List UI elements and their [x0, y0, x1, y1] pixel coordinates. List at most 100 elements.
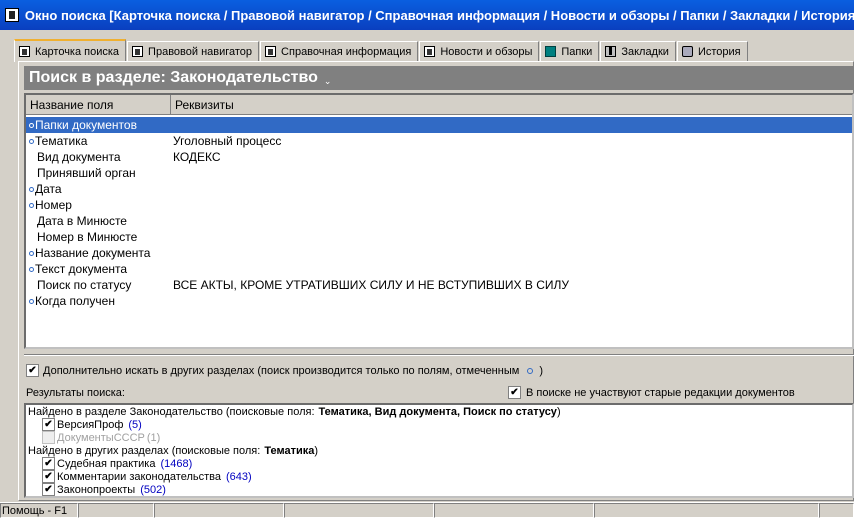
field-name-label: Когда получен	[35, 294, 115, 308]
old-revisions-label: В поиске не участвуют старые редакции до…	[526, 386, 795, 399]
result-label: ДокументыСССР	[57, 431, 145, 444]
status-cell	[78, 503, 154, 518]
extra-search-checkbox[interactable]: ✔	[26, 364, 39, 377]
status-cell	[154, 503, 284, 518]
grid-row[interactable]: Название документа	[26, 245, 852, 261]
result-checkbox[interactable]: ✔	[42, 457, 55, 470]
results-label: Результаты поиска:	[26, 387, 125, 399]
result-label[interactable]: Судебная практика	[57, 458, 155, 470]
field-value-cell[interactable]: КОДЕКС	[171, 150, 221, 164]
tab-legal-navigator[interactable]: Правовой навигатор	[127, 41, 260, 61]
news-doc-icon	[424, 46, 436, 57]
field-name-label: Тематика	[35, 134, 88, 148]
grid-row[interactable]: Поиск по статусу ВСЕ АКТЫ, КРОМЕ УТРАТИВШ…	[26, 277, 852, 293]
marked-field-dot-icon	[29, 298, 34, 304]
field-name-label: Номер в Минюсте	[37, 230, 138, 244]
marked-field-dot-icon	[29, 138, 34, 144]
field-name-cell[interactable]: Дата в Минюсте	[26, 214, 171, 228]
grid-row[interactable]: Текст документа	[26, 261, 852, 277]
result-label[interactable]: Законопроекты	[57, 484, 135, 496]
tab-label: Закладки	[621, 45, 669, 58]
status-cell	[284, 503, 434, 518]
result-count: (643)	[226, 470, 252, 483]
result-item-versiyaprof[interactable]: ✔ ВерсияПроф (5)	[26, 418, 852, 431]
result-item-dokumenty-sssr: ДокументыСССР (1)	[26, 431, 852, 444]
grid-rows: Папки документов Тематика Уголовный процес…	[26, 117, 852, 309]
reference-doc-icon	[265, 46, 277, 57]
section-header[interactable]: Поиск в разделе: Законодательство ⌄	[24, 66, 854, 90]
tab-history[interactable]: История	[676, 41, 748, 61]
tab-reference-info[interactable]: Справочная информация	[260, 41, 419, 61]
field-name-cell[interactable]: Вид документа	[26, 150, 171, 164]
tab-search-card[interactable]: Карточка поиска	[14, 39, 127, 62]
field-name-cell[interactable]: Название документа	[26, 246, 171, 260]
column-header-details[interactable]: Реквизиты	[171, 95, 852, 114]
field-name-label: Дата	[35, 182, 62, 196]
grid-row[interactable]: Номер в Минюсте	[26, 229, 852, 245]
title-bar[interactable]: Окно поиска [Карточка поиска / Правовой …	[0, 0, 854, 30]
grid-row[interactable]: Дата	[26, 181, 852, 197]
column-header-field-name[interactable]: Название поля	[26, 95, 171, 114]
grid-row[interactable]: Вид документа КОДЕКС	[26, 149, 852, 165]
status-cell	[594, 503, 819, 518]
result-count: (502)	[140, 483, 166, 496]
result-item-bills[interactable]: ✔ Законопроекты (502)	[26, 483, 852, 496]
extra-search-option[interactable]: ✔ Дополнительно искать в других разделах…	[26, 364, 543, 377]
window-title: Окно поиска [Карточка поиска / Правовой …	[24, 7, 854, 23]
result-checkbox[interactable]: ✔	[42, 418, 55, 431]
status-help: Помощь - F1	[0, 503, 78, 518]
grid-row[interactable]: Папки документов	[26, 117, 852, 133]
field-value-cell[interactable]: ВСЕ АКТЫ, КРОМЕ УТРАТИВШИХ СИЛУ И НЕ ВСТ…	[171, 278, 569, 292]
bookmark-icon	[605, 46, 617, 57]
old-revisions-option[interactable]: ✔ В поиске не участвуют старые редакции …	[508, 386, 795, 399]
extra-search-suffix: )	[539, 364, 543, 377]
result-label[interactable]: Комментарии законодательства	[57, 471, 221, 483]
search-fields-grid: Название поля Реквизиты Папки документов…	[24, 93, 854, 349]
field-name-label: Принявший орган	[37, 166, 136, 180]
field-name-cell[interactable]: Тематика	[26, 134, 171, 148]
chevron-down-icon[interactable]: ⌄	[324, 76, 332, 87]
result-checkbox[interactable]: ✔	[42, 470, 55, 483]
grid-row[interactable]: Когда получен	[26, 293, 852, 309]
field-name-cell[interactable]: Принявший орган	[26, 166, 171, 180]
grid-row[interactable]: Тематика Уголовный процесс	[26, 133, 852, 149]
tab-folders[interactable]: Папки	[540, 41, 600, 61]
results-main-fields: Тематика, Вид документа, Поиск по статус…	[318, 405, 557, 418]
old-revisions-checkbox[interactable]: ✔	[508, 386, 521, 399]
field-name-cell[interactable]: Поиск по статусу	[26, 278, 171, 292]
tab-label: Карточка поиска	[35, 45, 120, 58]
field-name-label: Вид документа	[37, 150, 121, 164]
result-count: (1)	[146, 431, 161, 444]
field-name-cell[interactable]: Папки документов	[26, 118, 171, 132]
field-name-cell[interactable]: Номер в Минюсте	[26, 230, 171, 244]
grid-row[interactable]: Дата в Минюсте	[26, 213, 852, 229]
results-other-close: )	[314, 444, 319, 457]
grid-row[interactable]: Принявший орган	[26, 165, 852, 181]
marked-field-dot-icon	[29, 186, 34, 192]
result-label[interactable]: ВерсияПроф	[57, 419, 123, 431]
field-name-cell[interactable]: Номер	[26, 198, 171, 212]
field-name-cell[interactable]: Текст документа	[26, 262, 171, 276]
field-name-cell[interactable]: Дата	[26, 182, 171, 196]
field-name-cell[interactable]: Когда получен	[26, 294, 171, 308]
grid-row[interactable]: Номер	[26, 197, 852, 213]
section-title: Поиск в разделе: Законодательство	[29, 69, 318, 86]
result-item-commentary[interactable]: ✔ Комментарии законодательства (643)	[26, 470, 852, 483]
tab-label: Правовой навигатор	[148, 45, 253, 58]
results-main-close: )	[556, 405, 561, 418]
result-checkbox[interactable]: ✔	[42, 483, 55, 496]
results-other-heading: Найдено в других разделах (поисковые пол…	[26, 444, 852, 457]
results-other-fields: Тематика	[264, 444, 315, 457]
tab-label: История	[697, 45, 741, 58]
history-icon	[681, 46, 693, 57]
result-count: (5)	[128, 418, 142, 431]
field-value-cell[interactable]: Уголовный процесс	[171, 134, 281, 148]
folder-icon	[545, 46, 557, 57]
app-icon[interactable]	[5, 8, 19, 22]
tab-bookmarks[interactable]: Закладки	[600, 41, 676, 61]
result-item-court-practice[interactable]: ✔ Судебная практика (1468)	[26, 457, 852, 470]
navigator-doc-icon	[132, 46, 144, 57]
status-bar: Помощь - F1	[0, 502, 854, 518]
field-name-label: Номер	[35, 198, 72, 212]
tab-news-reviews[interactable]: Новости и обзоры	[419, 41, 540, 61]
